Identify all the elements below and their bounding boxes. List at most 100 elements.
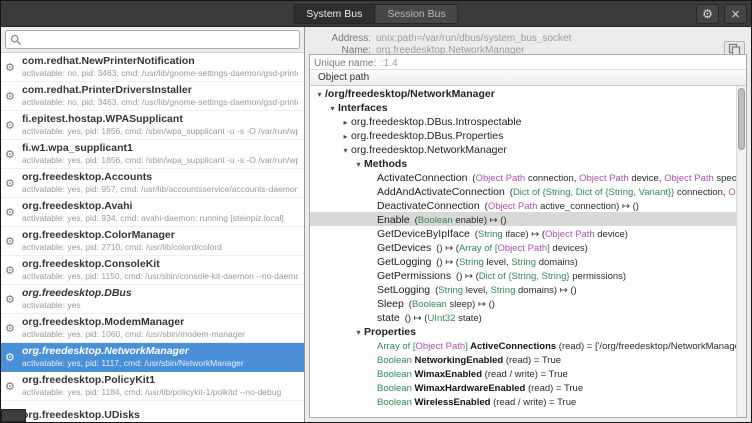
- tree-row[interactable]: Boolean NetworkingEnabled (read) = True: [310, 352, 736, 366]
- service-name: com.redhat.NewPrinterNotification: [22, 55, 298, 68]
- service-gear-icon: ⚙: [5, 351, 18, 364]
- gear-icon: ⚙: [702, 7, 713, 21]
- expander-closed-icon[interactable]: ▸: [340, 130, 351, 142]
- tree-label: Properties: [364, 326, 416, 338]
- services-list: ⚙com.redhat.NewPrinterNotificationactiva…: [1, 53, 304, 422]
- service-name: org.freedesktop.ModemManager: [22, 316, 245, 329]
- service-detail: activatable: yes, pid: 934, cmd: avahi-d…: [22, 213, 284, 224]
- method-name: Sleep: [377, 298, 407, 310]
- signature: Array of [Object Path] ActiveConnections…: [377, 338, 736, 352]
- details-panel: Address:unix:path=/var/run/dbus/system_b…: [305, 27, 751, 422]
- method-name: GetLogging: [377, 256, 434, 268]
- service-name: org.freedesktop.PolicyKit1: [22, 374, 281, 387]
- service-item[interactable]: ⚙fi.epitest.hostap.WPASupplicantactivata…: [1, 111, 304, 140]
- service-detail: activatable: yes, pid: 1856, cmd: /sbin/…: [22, 155, 298, 166]
- tree-row[interactable]: SetLogging (String level, String domains…: [310, 282, 736, 296]
- service-item[interactable]: ⚙org.freedesktop.ModemManageractivatable…: [1, 314, 304, 343]
- tree-row[interactable]: Enable (Boolean enable) ↦ (): [310, 212, 736, 226]
- service-gear-icon: ⚙: [5, 380, 18, 393]
- signature: (String iface) ↦ (Object Path device): [475, 226, 628, 240]
- tree-row[interactable]: GetDevices () ↦ (Array of [Object Path] …: [310, 240, 736, 254]
- search-bar: [1, 27, 304, 53]
- service-item[interactable]: ⚙org.freedesktop.ConsoleKitactivatable: …: [1, 256, 304, 285]
- expander-open-icon[interactable]: ▾: [353, 326, 364, 338]
- service-item[interactable]: ⚙com.redhat.NewPrinterNotificationactiva…: [1, 53, 304, 82]
- tree-row[interactable]: ▾Properties: [310, 324, 736, 338]
- settings-gear-button[interactable]: ⚙: [696, 4, 719, 24]
- service-name: org.freedesktop.DBus: [22, 287, 132, 300]
- service-detail: activatable: yes, pid: 1856, cmd: /sbin/…: [22, 126, 298, 137]
- service-gear-icon: ⚙: [5, 206, 18, 219]
- tree-row[interactable]: Boolean WimaxEnabled (read / write) = Tr…: [310, 366, 736, 380]
- service-gear-icon: ⚙: [5, 148, 18, 161]
- tree-row[interactable]: GetLogging () ↦ (String level, String do…: [310, 254, 736, 268]
- tree-row[interactable]: state () ↦ (UInt32 state): [310, 310, 736, 324]
- service-detail: activatable: yes: [22, 300, 132, 311]
- close-button[interactable]: ×: [724, 4, 747, 24]
- dfeet-window: System BusSession Bus ⚙ × ⚙com.redhat.Ne…: [0, 0, 752, 423]
- tree-row[interactable]: ▾/org/freedesktop/NetworkManager: [310, 86, 736, 100]
- tree-row[interactable]: Boolean WirelessEnabled (read / write) =…: [310, 394, 736, 408]
- service-detail: activatable: no, pid: 3463, cmd: /usr/li…: [22, 97, 298, 108]
- tree-row[interactable]: GetPermissions () ↦ (Dict of {String, St…: [310, 268, 736, 282]
- tree-row[interactable]: Sleep (Boolean sleep) ↦ (): [310, 296, 736, 310]
- expander-open-icon[interactable]: ▾: [340, 144, 351, 156]
- signature: () ↦ (Dict of {String, String} permissio…: [456, 268, 626, 282]
- expander-closed-icon[interactable]: ▸: [340, 116, 351, 128]
- tab-session-bus[interactable]: Session Bus: [374, 4, 458, 24]
- service-detail: activatable: yes, pid: 1117, cmd: /usr/s…: [22, 358, 244, 369]
- service-name: com.redhat.PrinterDriversInstaller: [22, 84, 298, 97]
- tree-row[interactable]: ▾Methods: [310, 156, 736, 170]
- expander-open-icon[interactable]: ▾: [327, 102, 338, 114]
- service-item[interactable]: ⚙com.redhat.PrinterDriversInstalleractiv…: [1, 82, 304, 111]
- tree-row[interactable]: ActivateConnection (Object Path connecti…: [310, 170, 736, 184]
- search-input[interactable]: [26, 32, 297, 48]
- unique-name-row: Unique name::1.4: [310, 55, 746, 69]
- service-name: org.freedesktop.Accounts: [22, 171, 298, 184]
- tree-row[interactable]: DeactivateConnection (Object Path active…: [310, 198, 736, 212]
- signature: (String level, String domains) ↦ (): [435, 282, 577, 296]
- service-item[interactable]: ⚙org.freedesktop.UDisks: [1, 401, 304, 422]
- signature: Boolean WimaxHardwareEnabled (read) = Tr…: [377, 380, 583, 394]
- service-item[interactable]: ⚙org.freedesktop.Accountsactivatable: ye…: [1, 169, 304, 198]
- signature: () ↦ (String level, String domains): [436, 254, 578, 268]
- close-icon: ×: [730, 7, 740, 21]
- service-item[interactable]: ⚙org.freedesktop.NetworkManageractivatab…: [1, 343, 304, 372]
- method-name: Enable: [377, 214, 413, 226]
- tree-row[interactable]: ▸org.freedesktop.DBus.Introspectable: [310, 114, 736, 128]
- service-name: org.freedesktop.ConsoleKit: [22, 258, 298, 271]
- tree-row[interactable]: ▾Interfaces: [310, 100, 736, 114]
- search-entry[interactable]: [5, 30, 300, 49]
- method-name: GetDevices: [377, 242, 434, 254]
- service-name: fi.w1.wpa_supplicant1: [22, 142, 298, 155]
- tree-label: Methods: [364, 158, 407, 170]
- signature: () ↦ (Array of [Object Path] devices): [436, 240, 588, 254]
- tree-row[interactable]: ▾org.freedesktop.NetworkManager: [310, 142, 736, 156]
- service-item[interactable]: ⚙org.freedesktop.DBusactivatable: yes: [1, 285, 304, 314]
- signature: Boolean WimaxEnabled (read / write) = Tr…: [377, 366, 568, 380]
- service-gear-icon: ⚙: [5, 264, 18, 277]
- expander-open-icon[interactable]: ▾: [353, 158, 364, 170]
- service-item[interactable]: ⚙org.freedesktop.Avahiactivatable: yes, …: [1, 198, 304, 227]
- scrollbar-track[interactable]: [736, 86, 746, 417]
- tree-row[interactable]: Array of [Object Path] ActiveConnections…: [310, 338, 736, 352]
- method-name: DeactivateConnection: [377, 200, 483, 212]
- scrollbar-thumb[interactable]: [738, 88, 745, 150]
- service-item[interactable]: ⚙org.freedesktop.ColorManageractivatable…: [1, 227, 304, 256]
- header-bar: System BusSession Bus ⚙ ×: [1, 1, 751, 27]
- object-tree: ▾/org/freedesktop/NetworkManager▾Interfa…: [310, 86, 736, 417]
- tab-system-bus[interactable]: System Bus: [293, 4, 374, 24]
- tree-row[interactable]: GetDeviceByIpIface (String iface) ↦ (Obj…: [310, 226, 736, 240]
- service-detail: activatable: no, pid: 3463, cmd: /usr/li…: [22, 68, 298, 79]
- tree-label: org.freedesktop.DBus.Properties: [351, 130, 503, 142]
- tree-row[interactable]: Boolean WimaxHardwareEnabled (read) = Tr…: [310, 380, 736, 394]
- object-path-column-header[interactable]: Object path: [310, 69, 746, 86]
- signature: (Object Path active_connection) ↦ (): [485, 198, 639, 212]
- tree-row[interactable]: ▸org.freedesktop.DBus.Properties: [310, 128, 736, 142]
- introspection-box: Unique name::1.4 Object path ▾/org/freed…: [309, 54, 747, 418]
- expander-open-icon[interactable]: ▾: [314, 88, 325, 100]
- service-detail: activatable: yes, pid: 957, cmd: /usr/li…: [22, 184, 298, 195]
- service-item[interactable]: ⚙org.freedesktop.PolicyKit1activatable: …: [1, 372, 304, 401]
- tree-row[interactable]: AddAndActivateConnection (Dict of {Strin…: [310, 184, 736, 198]
- service-item[interactable]: ⚙ fi.w1.wpa_supplicant1activatable: yes, …: [1, 140, 304, 169]
